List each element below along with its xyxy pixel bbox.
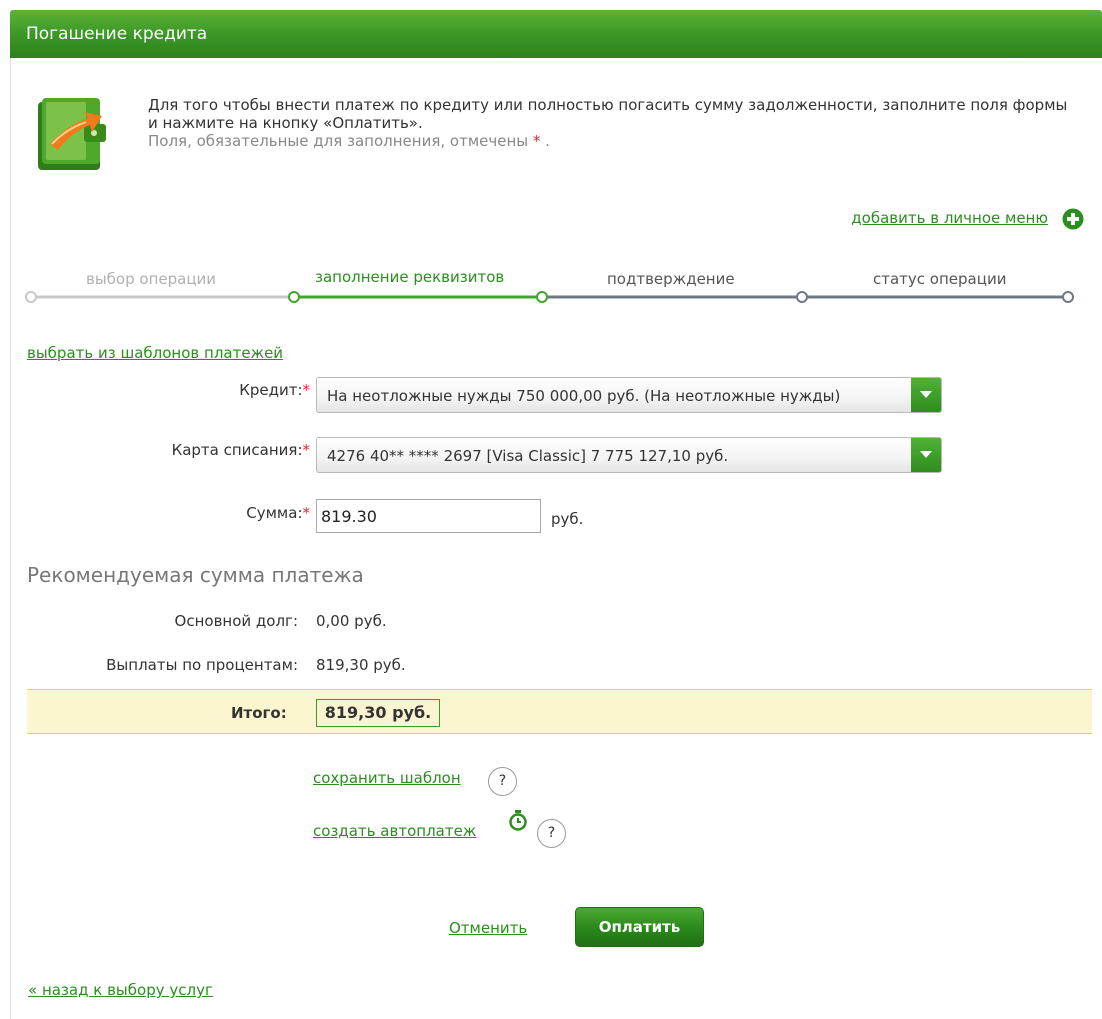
create-autopay-help-icon[interactable]: ? bbox=[537, 819, 566, 848]
total-summary-band bbox=[27, 689, 1092, 734]
frame-border bbox=[10, 58, 11, 1019]
total-label: Итого: bbox=[231, 704, 287, 722]
plus-circle-icon[interactable] bbox=[1062, 208, 1084, 230]
total-value: 819,30 руб. bbox=[316, 699, 440, 727]
clock-icon bbox=[509, 810, 527, 831]
credit-dropdown-button[interactable] bbox=[911, 378, 941, 412]
step-progress: выбор операции заполнение реквизитов под… bbox=[25, 268, 1080, 308]
principal-label: Основной долг: bbox=[174, 612, 298, 630]
card-dropdown-button[interactable] bbox=[911, 438, 941, 472]
recommended-amount-title: Рекомендуемая сумма платежа bbox=[27, 563, 364, 587]
page-title: Погашение кредита bbox=[26, 24, 208, 44]
amount-input[interactable] bbox=[316, 499, 541, 533]
card-required-asterisk: * bbox=[302, 441, 311, 459]
intro-text-block: Для того чтобы внести платеж по кредиту … bbox=[148, 96, 1078, 150]
page-header: Погашение кредита bbox=[10, 10, 1102, 58]
card-label: Карта списания:* bbox=[100, 441, 310, 459]
interest-value: 819,30 руб. bbox=[316, 656, 406, 674]
credit-select[interactable]: На неотложные нужды 750 000,00 руб. (На … bbox=[316, 377, 942, 413]
wallet-icon bbox=[38, 98, 106, 170]
interest-label: Выплаты по процентам: bbox=[106, 656, 298, 674]
create-autopay-link[interactable]: создать автоплатеж bbox=[313, 822, 476, 840]
amount-label-text: Сумма: bbox=[246, 504, 303, 522]
chevron-down-icon bbox=[920, 451, 932, 458]
save-template-help-icon[interactable]: ? bbox=[488, 767, 517, 796]
step-track bbox=[25, 291, 1074, 303]
required-hint-text: Поля, обязательные для заполнения, отмеч… bbox=[148, 132, 529, 150]
amount-required-asterisk: * bbox=[302, 504, 311, 522]
credit-label: Кредит:* bbox=[120, 381, 310, 399]
cancel-link[interactable]: Отменить bbox=[449, 919, 527, 937]
debit-card-select-value: 4276 40** **** 2697 [Visa Classic] 7 775… bbox=[327, 447, 729, 465]
card-label-text: Карта списания: bbox=[171, 441, 303, 459]
choose-from-templates-link[interactable]: выбрать из шаблонов платежей bbox=[27, 344, 283, 362]
step-operation-status: статус операции bbox=[873, 270, 1007, 288]
save-template-link[interactable]: сохранить шаблон bbox=[313, 769, 461, 787]
add-to-personal-menu-link[interactable]: добавить в личное меню bbox=[851, 209, 1048, 227]
chevron-down-icon bbox=[920, 391, 932, 398]
principal-value: 0,00 руб. bbox=[316, 612, 387, 630]
amount-unit: руб. bbox=[551, 510, 584, 528]
step-confirmation: подтверждение bbox=[607, 270, 735, 288]
required-hint-end: . bbox=[540, 132, 550, 150]
credit-select-value: На неотложные нужды 750 000,00 руб. (На … bbox=[327, 387, 841, 405]
credit-required-asterisk: * bbox=[302, 381, 311, 399]
step-select-operation: выбор операции bbox=[86, 270, 217, 288]
credit-label-text: Кредит: bbox=[239, 381, 303, 399]
back-to-services-link[interactable]: « назад к выбору услуг bbox=[28, 981, 213, 999]
required-hint: Поля, обязательные для заполнения, отмеч… bbox=[148, 132, 1078, 150]
amount-label: Сумма:* bbox=[120, 504, 310, 522]
debit-card-select[interactable]: 4276 40** **** 2697 [Visa Classic] 7 775… bbox=[316, 437, 942, 473]
intro-instructions: Для того чтобы внести платеж по кредиту … bbox=[148, 96, 1068, 132]
step-fill-details: заполнение реквизитов bbox=[315, 268, 505, 286]
pay-button[interactable]: Оплатить bbox=[575, 907, 704, 947]
